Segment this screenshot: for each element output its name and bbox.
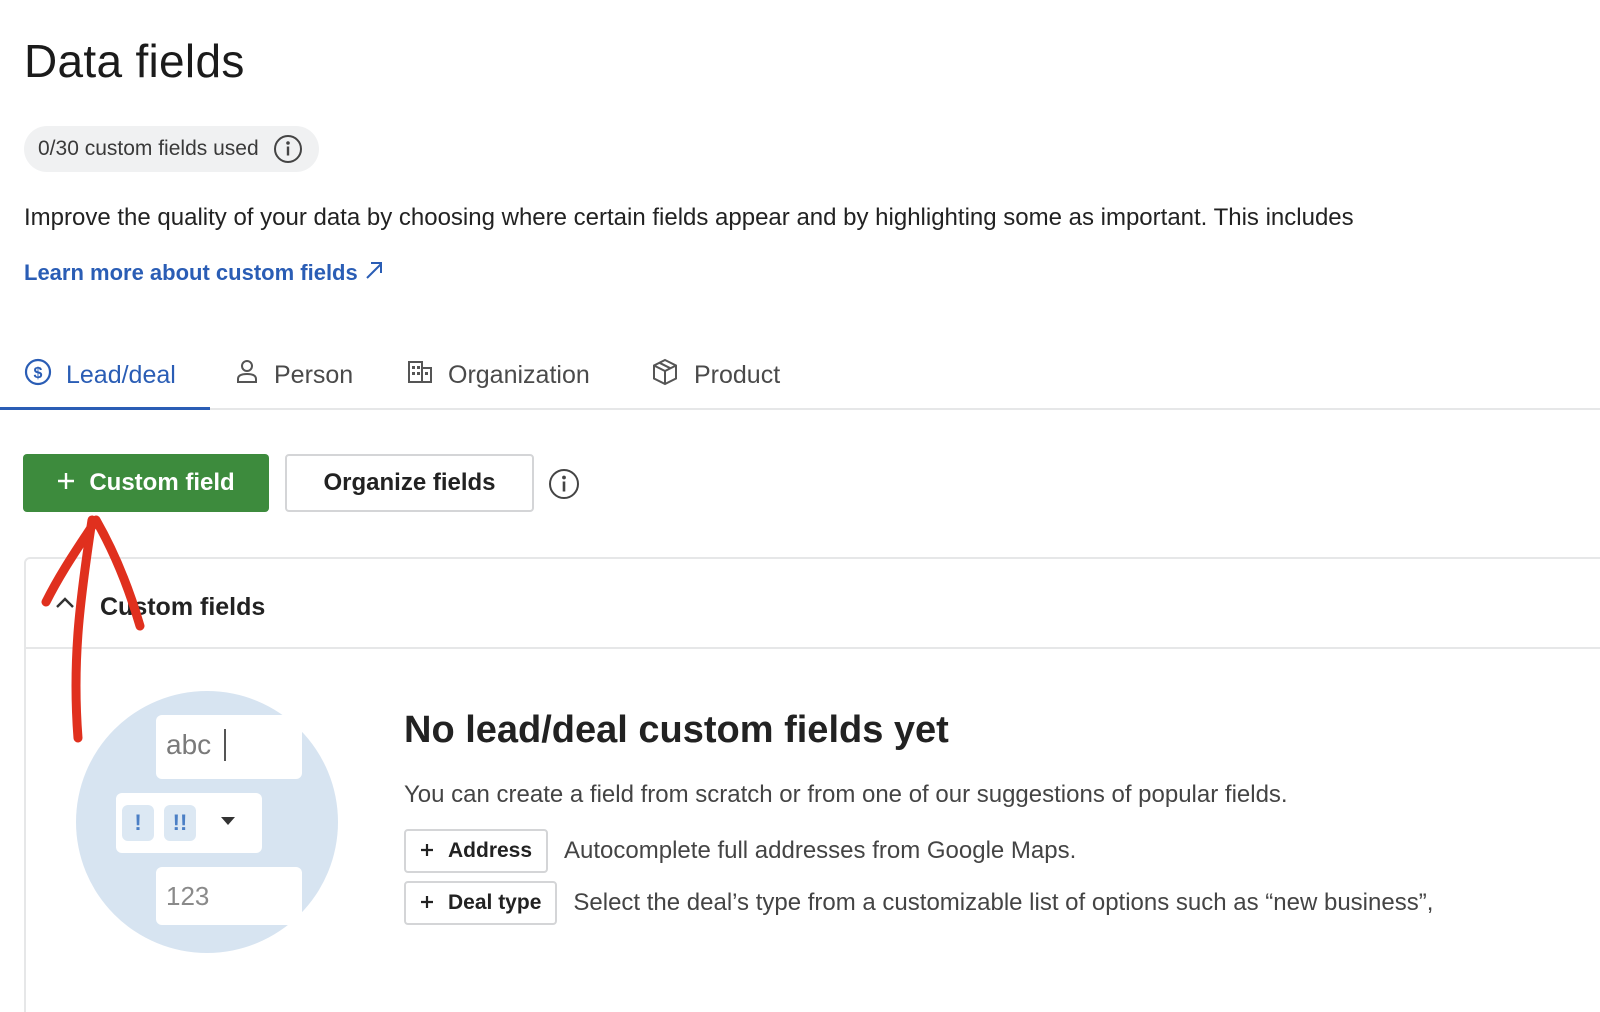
panel-title: Custom fields [100,593,266,621]
illustration-number-sample: 123 [166,881,210,911]
active-tab-indicator [0,407,210,410]
tab-product[interactable]: Product [650,340,780,410]
add-address-field-button[interactable]: Address [404,829,549,873]
tab-label: Person [274,360,354,389]
page-title: Data fields [24,35,245,87]
usage-text: 0/30 custom fields used [38,137,259,160]
person-icon [234,358,260,393]
text-cursor [224,729,226,761]
entity-tabs: $ Lead/deal Person Organization Product [0,340,1600,410]
svg-text:$: $ [34,365,43,382]
add-deal-type-field-button[interactable]: Deal type [404,881,558,925]
custom-fields-usage-badge: 0/30 custom fields used [24,126,319,172]
page-description: Improve the quality of your data by choo… [24,204,1354,231]
chevron-up-icon[interactable] [54,595,76,616]
info-icon[interactable] [273,134,303,164]
illustration-text-card: abc [156,715,302,779]
suggestion-row: Deal type Select the deal’s type from a … [404,881,1433,925]
suggestion-description: Autocomplete full addresses from Google … [564,837,1077,864]
tab-label: Organization [448,360,590,389]
suggestion-description: Select the deal’s type from a customizab… [573,889,1434,916]
tab-lead-deal[interactable]: $ Lead/deal [24,340,176,410]
tab-person[interactable]: Person [234,340,353,410]
info-icon[interactable] [548,468,580,505]
empty-state-illustration: abc ! !! 123 [76,691,338,953]
illustration-chip-2: !! [164,805,196,841]
tab-label: Lead/deal [66,360,176,389]
plus-icon [420,839,434,863]
box-icon [650,357,680,394]
organize-fields-button[interactable]: Organize fields [285,454,534,512]
empty-state-title: No lead/deal custom fields yet [404,709,949,751]
plus-icon [57,469,75,497]
suggestion-row: Address Autocomplete full addresses from… [404,829,1076,873]
learn-more-label: Learn more about custom fields [24,260,358,285]
suggestion-label: Address [448,839,533,862]
dollar-circle-icon: $ [24,358,52,393]
plus-icon [420,891,434,915]
custom-fields-panel: Custom fields abc ! !! 123 No lead/deal … [24,557,1600,1012]
caret-down-icon [220,813,236,831]
external-link-icon [362,258,386,288]
tab-organization[interactable]: Organization [406,340,590,410]
empty-state-subtitle: You can create a field from scratch or f… [404,781,1288,808]
illustration-text-sample: abc [166,729,212,760]
learn-more-link[interactable]: Learn more about custom fields [24,258,386,288]
suggestion-label: Deal type [448,891,542,914]
button-label: Custom field [89,469,235,496]
panel-header[interactable]: Custom fields [26,559,1600,649]
add-custom-field-button[interactable]: Custom field [23,454,269,512]
illustration-priority-card: ! !! [116,793,262,853]
tab-label: Product [694,360,781,389]
building-icon [406,358,434,393]
illustration-number-card: 123 [156,867,302,925]
illustration-chip-1: ! [122,805,154,841]
